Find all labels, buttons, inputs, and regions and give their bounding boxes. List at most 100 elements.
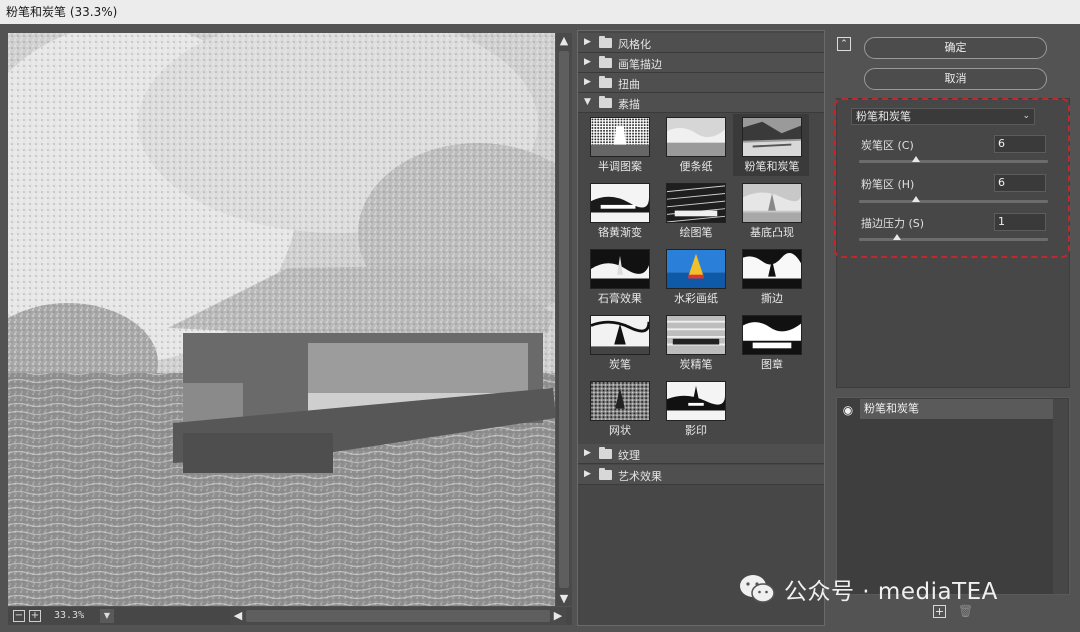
filter-label: 绘图笔 xyxy=(679,226,713,239)
filter-select[interactable]: 粉笔和炭笔 ⌄ xyxy=(851,108,1035,125)
zoom-dropdown-icon[interactable]: ▼ xyxy=(100,609,114,623)
collapse-triangle-icon[interactable]: ▼ xyxy=(584,97,591,107)
vertical-scroll-thumb[interactable] xyxy=(559,51,569,588)
folder-texture[interactable]: ▶ 纹理 xyxy=(578,444,824,464)
zoom-in-icon[interactable]: + xyxy=(29,610,41,622)
horizontal-scroll-thumb[interactable] xyxy=(246,610,550,622)
stroke-pressure-slider[interactable] xyxy=(859,234,1048,241)
filter-label: 石膏效果 xyxy=(598,292,642,305)
scroll-right-icon[interactable]: ▶ xyxy=(550,610,566,622)
wechat-logo-icon xyxy=(740,575,775,603)
stroke-pressure-input[interactable]: 1 xyxy=(994,213,1046,231)
chrome-thumb-icon xyxy=(590,183,650,223)
effect-layers-panel xyxy=(836,397,1070,595)
cancel-button[interactable]: 取消 xyxy=(864,68,1047,90)
scroll-up-icon[interactable]: ▲ xyxy=(556,35,572,47)
filter-chalk-charcoal[interactable]: 粉笔和炭笔 xyxy=(733,114,809,176)
folder-stylize[interactable]: ▶ 风格化 xyxy=(578,33,824,53)
notepaper-thumb-icon xyxy=(666,117,726,157)
slider-handle[interactable] xyxy=(912,196,920,202)
preview-statusbar: − + 33.3% ▼ ◀ ▶ xyxy=(8,607,572,625)
halftone-thumb-icon xyxy=(590,117,650,157)
filter-halftone-pattern[interactable]: 半调图案 xyxy=(581,114,657,176)
folder-label: 扭曲 xyxy=(618,78,640,91)
layers-scrollbar[interactable] xyxy=(1053,399,1068,594)
filter-stamp[interactable]: 图章 xyxy=(733,312,809,374)
folder-distort[interactable]: ▶ 扭曲 xyxy=(578,73,824,93)
charcoal-area-slider[interactable] xyxy=(859,156,1048,163)
filter-water-paper[interactable]: 水彩画纸 xyxy=(657,246,733,308)
new-effect-layer-icon[interactable]: + xyxy=(933,605,946,618)
conte-crayon-thumb-icon xyxy=(666,315,726,355)
preview-vertical-scrollbar[interactable]: ▲ ▼ xyxy=(556,33,572,606)
filter-charcoal[interactable]: 炭笔 xyxy=(581,312,657,374)
folder-label: 艺术效果 xyxy=(618,470,662,483)
filter-gallery: ▶ 风格化 ▶ 画笔描边 ▶ 扭曲 ▼ 素描 半调图案 便条纸 粉笔和炭笔 铬黄… xyxy=(577,30,825,626)
filter-label: 便条纸 xyxy=(679,160,713,173)
folder-icon xyxy=(599,56,612,68)
folder-label: 画笔描边 xyxy=(618,58,662,71)
charcoal-area-input[interactable]: 6 xyxy=(994,135,1046,153)
collapse-gallery-icon[interactable]: ⌃ xyxy=(837,37,851,51)
scroll-left-icon[interactable]: ◀ xyxy=(230,610,246,622)
expand-triangle-icon[interactable]: ▶ xyxy=(584,77,591,87)
filter-graphic-pen[interactable]: 绘图笔 xyxy=(657,180,733,242)
filter-label: 水彩画纸 xyxy=(674,292,718,305)
ok-button[interactable]: 确定 xyxy=(864,37,1047,59)
filter-select-value: 粉笔和炭笔 xyxy=(856,110,911,123)
charcoal-thumb-icon xyxy=(590,315,650,355)
filter-label: 网状 xyxy=(609,424,631,437)
chalk-area-label: 粉笔区 (H) xyxy=(861,178,915,191)
slider-handle[interactable] xyxy=(893,234,901,240)
filter-label: 铬黄渐变 xyxy=(598,226,642,239)
filter-torn-edges[interactable]: 撕边 xyxy=(733,246,809,308)
stroke-pressure-label: 描边压力 (S) xyxy=(861,217,925,230)
effect-layer-item[interactable]: 粉笔和炭笔 xyxy=(860,399,1053,419)
filter-label: 炭笔 xyxy=(609,358,631,371)
preview-image xyxy=(8,33,555,606)
graphic-pen-thumb-icon xyxy=(666,183,726,223)
chalk-area-input[interactable]: 6 xyxy=(994,174,1046,192)
zoom-level[interactable]: 33.3% xyxy=(52,609,100,623)
filter-photocopy[interactable]: 影印 xyxy=(657,378,733,440)
slider-handle[interactable] xyxy=(912,156,920,162)
charcoal-area-label: 炭笔区 (C) xyxy=(861,139,914,152)
chalk-area-slider[interactable] xyxy=(859,196,1048,203)
filter-reticulation[interactable]: 网状 xyxy=(581,378,657,440)
window-title: 粉笔和炭笔 (33.3%) xyxy=(0,0,1080,24)
bas-relief-thumb-icon xyxy=(742,183,802,223)
preview-canvas[interactable] xyxy=(8,33,555,606)
folder-label: 素描 xyxy=(618,98,640,111)
filter-plaster[interactable]: 石膏效果 xyxy=(581,246,657,308)
filter-bas-relief[interactable]: 基底凸现 xyxy=(733,180,809,242)
folder-icon xyxy=(599,468,612,480)
watermark-text: 公众号 · mediaTEA xyxy=(784,579,998,605)
folder-artistic[interactable]: ▶ 艺术效果 xyxy=(578,465,824,485)
zoom-out-icon[interactable]: − xyxy=(13,610,25,622)
expand-triangle-icon[interactable]: ▶ xyxy=(584,448,591,458)
filter-label: 半调图案 xyxy=(598,160,642,173)
reticulation-thumb-icon xyxy=(590,381,650,421)
folder-sketch[interactable]: ▼ 素描 xyxy=(578,93,824,113)
expand-triangle-icon[interactable]: ▶ xyxy=(584,469,591,479)
eye-visibility-icon[interactable]: ◉ xyxy=(838,400,858,420)
preview-horizontal-scrollbar[interactable]: ◀ ▶ xyxy=(230,607,566,625)
chalk-charcoal-thumb-icon xyxy=(742,117,802,157)
open-folder-icon xyxy=(599,96,612,108)
scroll-down-icon[interactable]: ▼ xyxy=(556,593,572,605)
folder-brush-strokes[interactable]: ▶ 画笔描边 xyxy=(578,53,824,73)
folder-label: 纹理 xyxy=(618,449,640,462)
filter-label: 图章 xyxy=(761,358,783,371)
filter-chrome[interactable]: 铬黄渐变 xyxy=(581,180,657,242)
filter-label: 粉笔和炭笔 xyxy=(744,160,800,173)
filter-label: 基底凸现 xyxy=(750,226,794,239)
expand-triangle-icon[interactable]: ▶ xyxy=(584,57,591,67)
trash-icon[interactable]: 🗑 xyxy=(958,605,973,618)
expand-triangle-icon[interactable]: ▶ xyxy=(584,37,591,47)
filter-note-paper[interactable]: 便条纸 xyxy=(657,114,733,176)
folder-icon xyxy=(599,36,612,48)
stamp-thumb-icon xyxy=(742,315,802,355)
filter-label: 炭精笔 xyxy=(679,358,713,371)
filter-conte-crayon[interactable]: 炭精笔 xyxy=(657,312,733,374)
chevron-down-icon: ⌄ xyxy=(1022,111,1030,121)
